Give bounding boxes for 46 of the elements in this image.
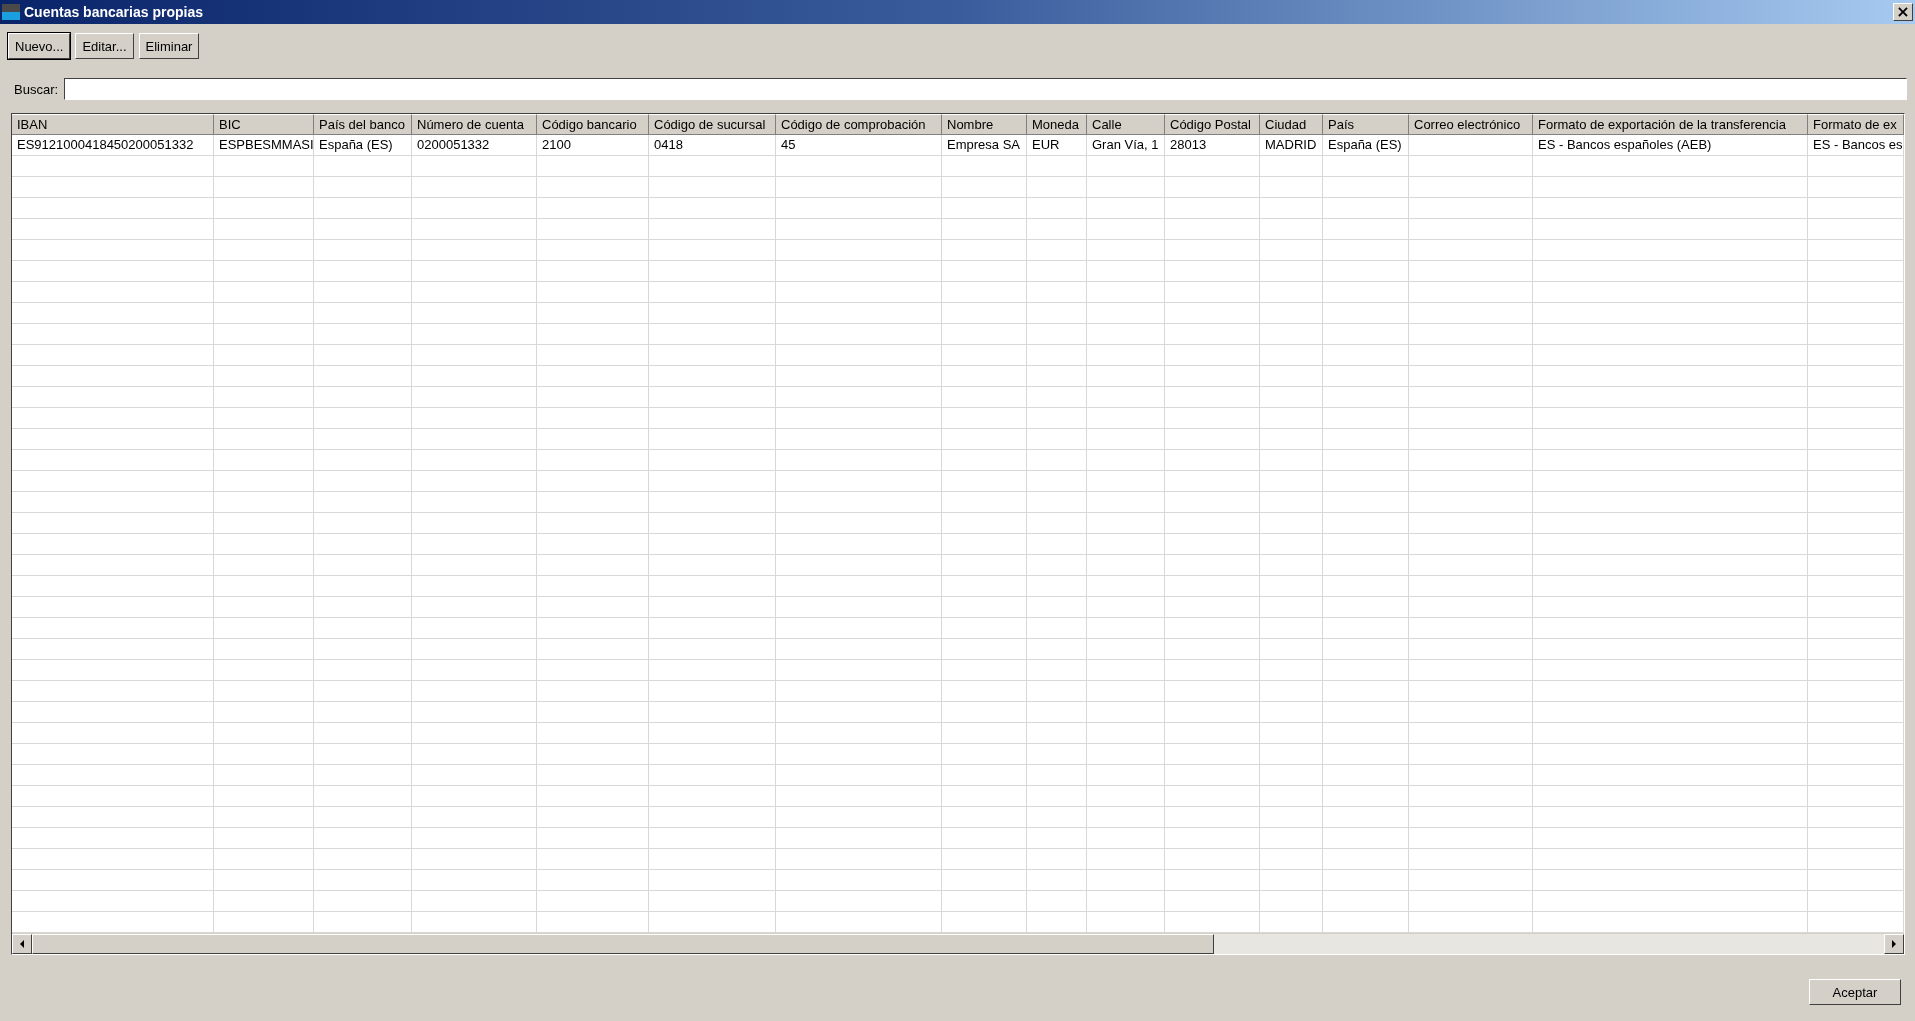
scrollbar-thumb[interactable] [32,934,1214,954]
table-cell: Gran Vía, 1 [1087,135,1165,156]
column-header[interactable]: Código Postal [1165,114,1260,135]
scroll-left-button[interactable] [12,934,32,954]
table-cell: 0418 [649,135,776,156]
table-cell: ES - Bancos españoles (AEB) [1533,135,1808,156]
column-header[interactable]: Nombre [942,114,1027,135]
toolbar-button[interactable]: Nuevo... [8,33,71,59]
scroll-right-button[interactable] [1884,934,1904,954]
table-cell: MADRID [1260,135,1323,156]
right-arrow-icon [1890,940,1898,948]
table-cell: 0200051332 [412,135,537,156]
toolbar-button[interactable]: Editar... [75,33,134,59]
column-header[interactable]: Calle [1087,114,1165,135]
table-cell: ES9121000418450200051332 [12,135,214,156]
horizontal-scrollbar[interactable] [12,933,1904,954]
column-header[interactable]: Ciudad [1260,114,1323,135]
column-header[interactable]: Código bancario [537,114,649,135]
table-cell: EUR [1027,135,1087,156]
left-arrow-icon [18,940,26,948]
search-field[interactable] [64,78,1907,100]
column-header[interactable]: Código de comprobación [776,114,942,135]
table-cell: 45 [776,135,942,156]
column-header[interactable]: Correo electrónico [1409,114,1533,135]
column-header[interactable]: IBAN [12,114,214,135]
column-header[interactable]: País del banco [314,114,412,135]
column-header[interactable]: Moneda [1027,114,1087,135]
accept-button[interactable]: Aceptar [1809,979,1901,1005]
window-icon [2,4,20,20]
column-header[interactable]: Formato de ex [1808,114,1904,135]
close-button[interactable]: × [1893,3,1913,21]
column-header[interactable]: Formato de exportación de la transferencia [1533,114,1808,135]
table-cell: 28013 [1165,135,1260,156]
toolbar-button[interactable]: Eliminar [138,33,200,59]
search-label: Buscar: [14,81,59,97]
column-header[interactable]: BIC [214,114,314,135]
table-cell: Empresa SA [942,135,1027,156]
column-header[interactable]: País [1323,114,1409,135]
table-cell: ESPBESMMASI [214,135,314,156]
table-cell: 2100 [537,135,649,156]
table-cell: España (ES) [1323,135,1409,156]
table-cell: España (ES) [314,135,412,156]
column-header[interactable]: Número de cuenta [412,114,537,135]
window-title: Cuentas bancarias propias [24,4,204,20]
table-cell: ES - Bancos es [1808,135,1904,156]
column-header[interactable]: Código de sucursal [649,114,776,135]
